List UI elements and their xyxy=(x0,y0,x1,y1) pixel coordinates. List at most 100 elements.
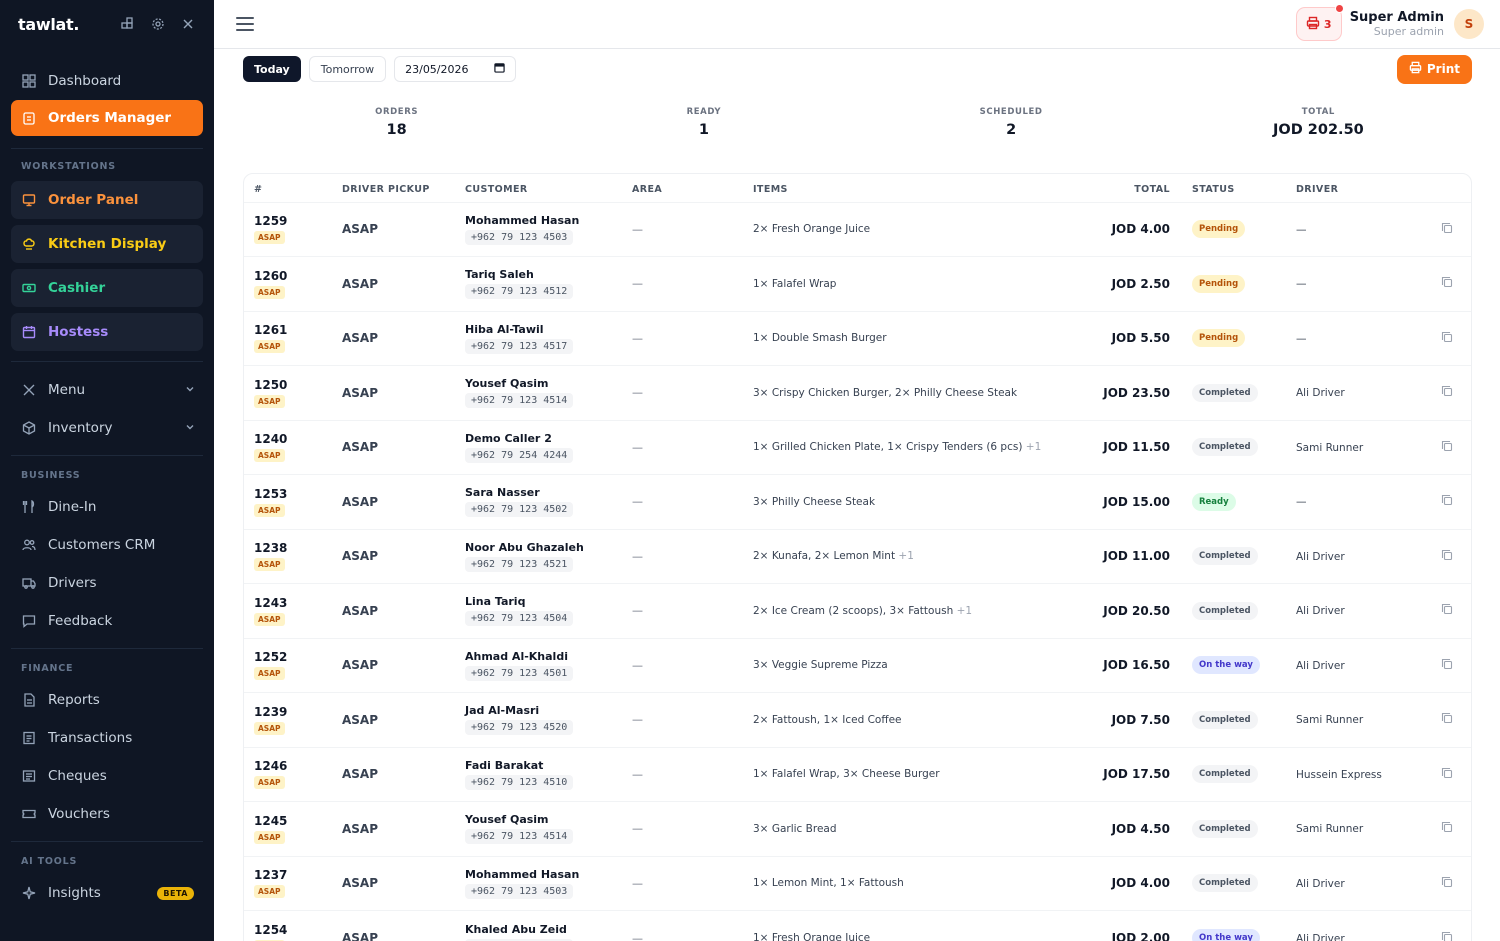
order-number[interactable]: 1245 xyxy=(254,814,342,828)
copy-icon[interactable] xyxy=(1441,767,1453,782)
table-row[interactable]: 1237 ASAP ASAP Mohammed Hasan +962 79 123 45… xyxy=(244,855,1471,911)
order-number[interactable]: 1239 xyxy=(254,705,342,719)
customer-name[interactable]: Jad Al-Masri xyxy=(465,704,632,717)
table-row[interactable]: 1238 ASAP ASAP Noor Abu Ghazaleh +962 79 123… xyxy=(244,528,1471,584)
customer-name[interactable]: Noor Abu Ghazaleh xyxy=(465,541,632,554)
order-number[interactable]: 1252 xyxy=(254,650,342,664)
col-header-items[interactable]: ITEMS xyxy=(753,174,1084,202)
copy-icon[interactable] xyxy=(1441,931,1453,941)
customer-name[interactable]: Fadi Barakat xyxy=(465,759,632,772)
customer-phone[interactable]: +962 79 123 4514 xyxy=(465,829,574,845)
date-picker[interactable]: 23/05/2026 xyxy=(394,56,517,82)
col-header-status[interactable]: STATUS xyxy=(1192,174,1296,202)
table-row[interactable]: 1245 ASAP ASAP Yousef Qasim +962 79 123 4514… xyxy=(244,801,1471,856)
col-header-customer[interactable]: CUSTOMER xyxy=(465,174,632,202)
close-icon[interactable] xyxy=(180,16,196,32)
copy-icon[interactable] xyxy=(1441,876,1453,891)
table-row[interactable]: 1239 ASAP ASAP Jad Al-Masri +962 79 123 4520… xyxy=(244,692,1471,747)
table-row[interactable]: 1250 ASAP ASAP Yousef Qasim +962 79 123 4514… xyxy=(244,365,1471,420)
col-header-driver[interactable]: DRIVER xyxy=(1296,174,1421,202)
customer-name[interactable]: Mohammed Hasan xyxy=(465,214,632,227)
customer-name[interactable]: Khaled Abu Zeid xyxy=(465,923,632,936)
customer-phone[interactable]: +962 79 254 4244 xyxy=(465,447,574,463)
nav-transactions[interactable]: Transactions xyxy=(0,719,214,757)
avatar[interactable]: S xyxy=(1454,9,1484,39)
print-button[interactable]: Print xyxy=(1396,54,1472,84)
nav-insights[interactable]: Insights BETA xyxy=(0,874,214,912)
status-badge[interactable]: Completed xyxy=(1192,547,1258,566)
customer-phone[interactable]: +962 79 123 4510 xyxy=(465,774,574,790)
nav-inventory[interactable]: Inventory xyxy=(0,409,214,447)
table-row[interactable]: 1243 ASAP ASAP Lina Tariq +962 79 123 4504—2… xyxy=(244,583,1471,638)
order-number[interactable]: 1246 xyxy=(254,759,342,773)
col-header-total[interactable]: TOTAL xyxy=(1084,174,1192,202)
copy-icon[interactable] xyxy=(1441,495,1453,509)
status-badge[interactable]: Pending xyxy=(1192,329,1246,348)
status-badge[interactable]: Completed xyxy=(1192,438,1258,457)
customer-phone[interactable]: +962 79 123 4520 xyxy=(465,720,574,736)
status-badge[interactable]: Pending xyxy=(1192,274,1246,293)
nav-orders-manager[interactable]: Orders Manager xyxy=(11,100,203,136)
customer-phone[interactable]: +962 79 123 4514 xyxy=(465,393,574,409)
order-number[interactable]: 1237 xyxy=(254,868,342,882)
status-badge[interactable]: On the way xyxy=(1192,656,1260,675)
customer-name[interactable]: Hiba Al-Tawil xyxy=(465,323,632,336)
copy-icon[interactable] xyxy=(1441,440,1453,455)
ws-kitchen-display[interactable]: Kitchen Display xyxy=(11,225,203,263)
customer-phone[interactable]: +962 79 123 4501 xyxy=(465,665,574,681)
customer-name[interactable]: Yousef Qasim xyxy=(465,813,632,826)
status-badge[interactable]: Completed xyxy=(1192,601,1258,620)
nav-vouchers[interactable]: Vouchers xyxy=(0,795,214,833)
table-row[interactable]: 1240 ASAP ASAP Demo Caller 2 +962 79 254 424… xyxy=(244,419,1471,475)
order-number[interactable]: 1259 xyxy=(254,214,342,228)
copy-icon[interactable] xyxy=(1441,822,1453,836)
table-row[interactable]: 1259 ASAP ASAP Mohammed Hasan +962 79 123 45… xyxy=(244,201,1471,257)
customer-name[interactable]: Demo Caller 2 xyxy=(465,432,632,445)
col-header-area[interactable]: AREA xyxy=(632,174,753,202)
status-badge[interactable]: Pending xyxy=(1192,220,1246,239)
status-badge[interactable]: Ready xyxy=(1192,492,1236,511)
customer-phone[interactable]: +962 79 123 4504 xyxy=(465,611,574,627)
table-row[interactable]: 1246 ASAP ASAP Fadi Barakat +962 79 123 4510… xyxy=(244,746,1471,802)
gear-icon[interactable] xyxy=(150,16,166,32)
table-row[interactable]: 1253 ASAP ASAP Sara Nasser +962 79 123 4502—… xyxy=(244,474,1471,529)
tomorrow-button[interactable]: Tomorrow xyxy=(308,56,387,82)
nav-reports[interactable]: Reports xyxy=(0,681,214,719)
customer-phone[interactable]: +962 79 123 4503 xyxy=(465,229,574,245)
ws-order-panel[interactable]: Order Panel xyxy=(11,181,203,219)
order-number[interactable]: 1254 xyxy=(254,923,342,937)
order-number[interactable]: 1253 xyxy=(254,487,342,501)
copy-icon[interactable] xyxy=(1441,277,1453,291)
table-row[interactable]: 1252 ASAP ASAP Ahmad Al-Khaldi +962 79 123 4… xyxy=(244,637,1471,693)
status-badge[interactable]: Completed xyxy=(1192,819,1258,838)
hamburger-menu-icon[interactable] xyxy=(236,17,254,31)
nav-feedback[interactable]: Feedback xyxy=(0,602,214,640)
today-button[interactable]: Today xyxy=(243,56,301,82)
col-header-num[interactable]: # xyxy=(244,174,342,202)
copy-icon[interactable] xyxy=(1441,658,1453,673)
order-number[interactable]: 1238 xyxy=(254,541,342,555)
widgets-icon[interactable] xyxy=(120,16,136,32)
customer-name[interactable]: Tariq Saleh xyxy=(465,268,632,281)
status-badge[interactable]: Completed xyxy=(1192,874,1258,893)
nav-dine-in[interactable]: Dine-In xyxy=(0,488,214,526)
customer-phone[interactable]: +962 79 123 4512 xyxy=(465,284,574,300)
status-badge[interactable]: On the way xyxy=(1192,929,1260,941)
copy-icon[interactable] xyxy=(1441,549,1453,564)
nav-cheques[interactable]: Cheques xyxy=(0,757,214,795)
table-row[interactable]: 1260 ASAP ASAP Tariq Saleh +962 79 123 4512—… xyxy=(244,256,1471,311)
customer-phone[interactable]: +962 79 123 4521 xyxy=(465,556,574,572)
status-badge[interactable]: Completed xyxy=(1192,383,1258,402)
order-number[interactable]: 1240 xyxy=(254,432,342,446)
customer-name[interactable]: Mohammed Hasan xyxy=(465,868,632,881)
user-info[interactable]: Super Admin Super admin xyxy=(1350,10,1444,38)
status-badge[interactable]: Completed xyxy=(1192,765,1258,784)
customer-phone[interactable]: +962 79 123 4503 xyxy=(465,883,574,899)
customer-name[interactable]: Yousef Qasim xyxy=(465,377,632,390)
order-number[interactable]: 1261 xyxy=(254,323,342,337)
copy-icon[interactable] xyxy=(1441,386,1453,400)
nav-customers-crm[interactable]: Customers CRM xyxy=(0,526,214,564)
status-badge[interactable]: Completed xyxy=(1192,710,1258,729)
table-row[interactable]: 1254ASAPASAP Khaled Abu Zeid+962 79 123 4… xyxy=(244,910,1471,941)
order-number[interactable]: 1260 xyxy=(254,269,342,283)
